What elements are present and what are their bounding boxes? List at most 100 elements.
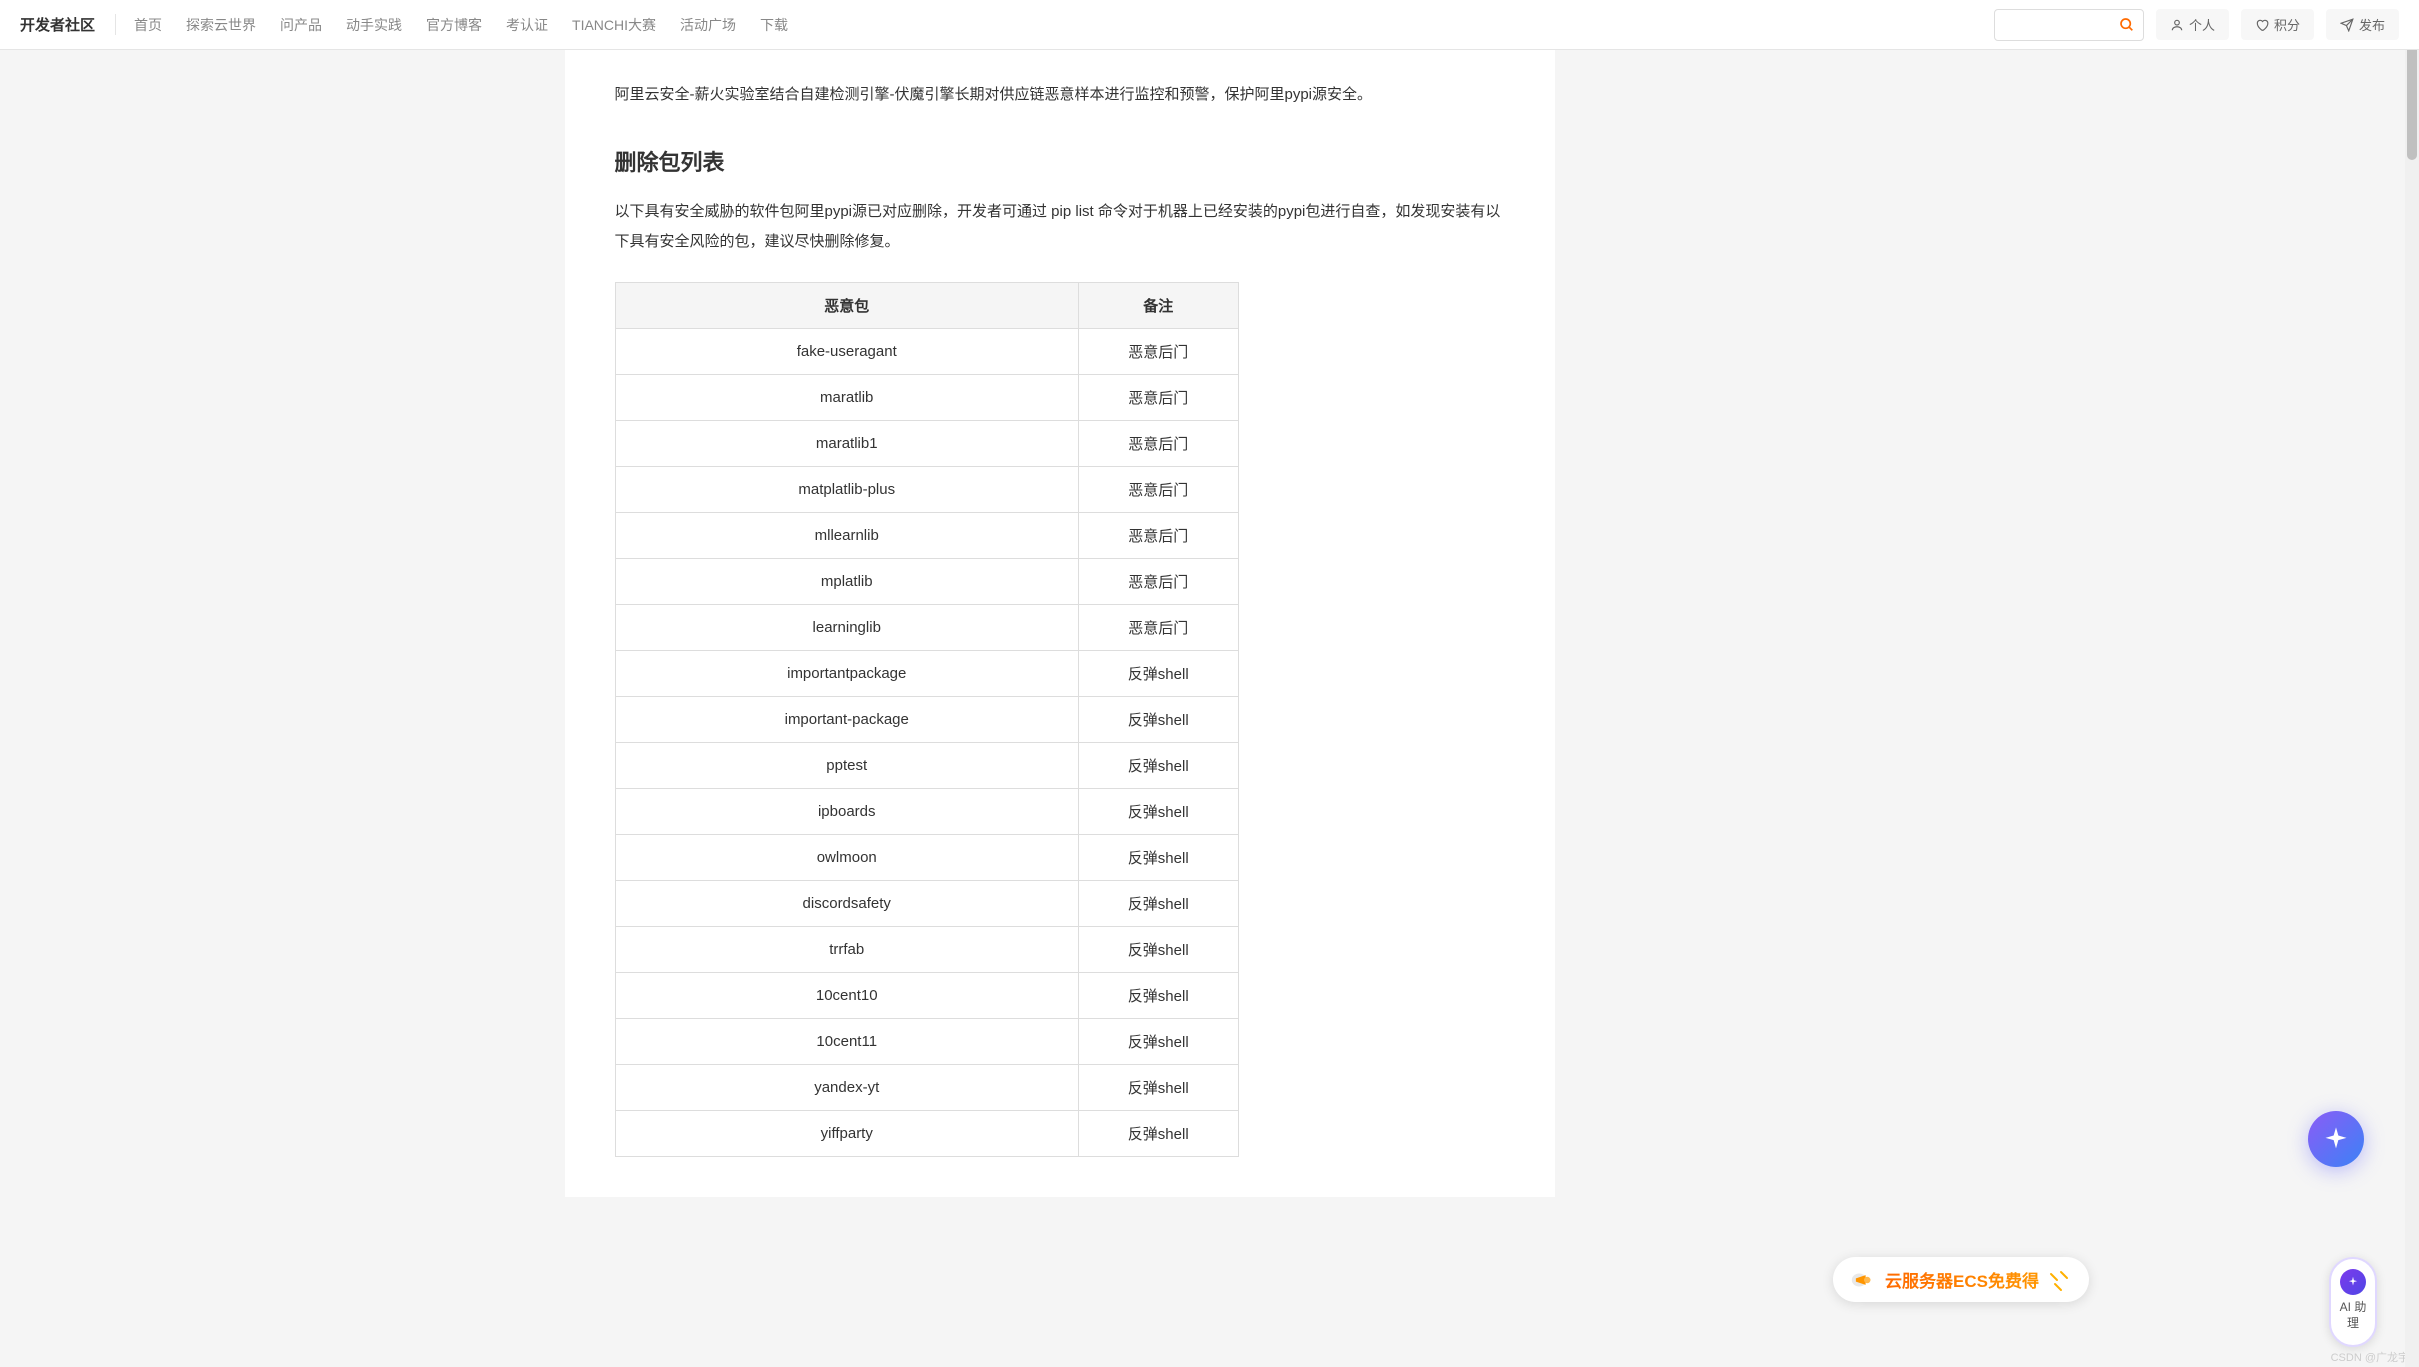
points-label: 积分 (2274, 15, 2300, 34)
cell-note: 反弹shell (1078, 697, 1238, 743)
article-content: 阿里云安全-薪火实验室结合自建检测引擎-伏魔引擎长期对供应链恶意样本进行监控和预… (565, 50, 1555, 1197)
scrollbar-track[interactable] (2405, 0, 2419, 1367)
cell-package: learninglib (615, 605, 1078, 651)
ai-assistant-button[interactable]: AI 助 理 (2329, 1257, 2377, 1347)
cell-note: 反弹shell (1078, 1065, 1238, 1111)
cell-package: trrfab (615, 927, 1078, 973)
sparkle-icon (2322, 1125, 2350, 1153)
watermark-text: CSDN @广龙宇 (2331, 1349, 2409, 1365)
cell-note: 恶意后门 (1078, 329, 1238, 375)
table-row: matplatlib-plus恶意后门 (615, 467, 1238, 513)
cell-package: matplatlib-plus (615, 467, 1078, 513)
table-row: maratlib恶意后门 (615, 375, 1238, 421)
cell-package: mplatlib (615, 559, 1078, 605)
table-row: importantpackage反弹shell (615, 651, 1238, 697)
nav-home[interactable]: 首页 (134, 15, 162, 35)
publish-button[interactable]: 发布 (2326, 9, 2399, 40)
cell-package: importantpackage (615, 651, 1078, 697)
th-note: 备注 (1078, 283, 1238, 329)
cell-note: 反弹shell (1078, 1019, 1238, 1065)
megaphone-icon (1851, 1270, 1877, 1290)
cell-package: yandex-yt (615, 1065, 1078, 1111)
nav-products[interactable]: 问产品 (280, 15, 322, 35)
cell-package: mllearnlib (615, 513, 1078, 559)
assistant-fab[interactable] (2308, 1111, 2364, 1167)
sparkle-icon (2047, 1268, 2071, 1292)
cell-note: 反弹shell (1078, 743, 1238, 789)
cell-package: fake-useragant (615, 329, 1078, 375)
points-button[interactable]: 积分 (2241, 9, 2314, 40)
table-row: important-package反弹shell (615, 697, 1238, 743)
table-row: maratlib1恶意后门 (615, 421, 1238, 467)
cell-package: yiffparty (615, 1111, 1078, 1157)
search-icon (2119, 17, 2135, 33)
cell-note: 恶意后门 (1078, 513, 1238, 559)
header-actions: 个人 积分 发布 (1994, 9, 2399, 41)
cell-note: 恶意后门 (1078, 421, 1238, 467)
ecs-promo-banner[interactable]: 云服务器ECS免费得 (1833, 1257, 2089, 1302)
table-row: 10cent11反弹shell (615, 1019, 1238, 1065)
package-table: 恶意包 备注 fake-useragant恶意后门maratlib恶意后门mar… (615, 282, 1239, 1157)
cell-note: 反弹shell (1078, 881, 1238, 927)
cell-package: 10cent10 (615, 973, 1078, 1019)
cell-note: 反弹shell (1078, 651, 1238, 697)
personal-button[interactable]: 个人 (2156, 9, 2229, 40)
heart-icon (2255, 18, 2269, 32)
table-row: discordsafety反弹shell (615, 881, 1238, 927)
cell-note: 反弹shell (1078, 789, 1238, 835)
send-icon (2340, 18, 2354, 32)
cell-note: 反弹shell (1078, 1111, 1238, 1157)
scrollbar-thumb[interactable] (2407, 40, 2417, 160)
table-row: pptest反弹shell (615, 743, 1238, 789)
cell-package: ipboards (615, 789, 1078, 835)
table-row: trrfab反弹shell (615, 927, 1238, 973)
user-icon (2170, 18, 2184, 32)
section-heading: 删除包列表 (615, 145, 1505, 177)
brand-logo[interactable]: 开发者社区 (20, 14, 116, 35)
table-row: learninglib恶意后门 (615, 605, 1238, 651)
publish-label: 发布 (2359, 15, 2385, 34)
nav-practice[interactable]: 动手实践 (346, 15, 402, 35)
table-row: ipboards反弹shell (615, 789, 1238, 835)
personal-label: 个人 (2189, 15, 2215, 34)
section-description: 以下具有安全威胁的软件包阿里pypi源已对应删除，开发者可通过 pip list… (615, 197, 1505, 257)
cell-note: 恶意后门 (1078, 467, 1238, 513)
cell-package: owlmoon (615, 835, 1078, 881)
cell-note: 反弹shell (1078, 973, 1238, 1019)
table-row: yiffparty反弹shell (615, 1111, 1238, 1157)
table-row: owlmoon反弹shell (615, 835, 1238, 881)
search-box (1994, 9, 2144, 41)
cell-package: 10cent11 (615, 1019, 1078, 1065)
table-row: fake-useragant恶意后门 (615, 329, 1238, 375)
cell-note: 恶意后门 (1078, 375, 1238, 421)
cell-package: maratlib1 (615, 421, 1078, 467)
table-row: mllearnlib恶意后门 (615, 513, 1238, 559)
table-row: mplatlib恶意后门 (615, 559, 1238, 605)
ai-badge-icon (2340, 1269, 2366, 1295)
nav-tianchi[interactable]: TIANCHI大赛 (572, 15, 656, 35)
nav-download[interactable]: 下载 (760, 15, 788, 35)
search-button[interactable] (2117, 15, 2137, 35)
top-header: 开发者社区 首页 探索云世界 问产品 动手实践 官方博客 考认证 TIANCHI… (0, 0, 2419, 50)
th-package: 恶意包 (615, 283, 1078, 329)
top-nav: 首页 探索云世界 问产品 动手实践 官方博客 考认证 TIANCHI大赛 活动广… (134, 15, 1994, 35)
cell-package: important-package (615, 697, 1078, 743)
cell-note: 恶意后门 (1078, 559, 1238, 605)
cell-note: 反弹shell (1078, 835, 1238, 881)
cell-package: discordsafety (615, 881, 1078, 927)
cell-note: 反弹shell (1078, 927, 1238, 973)
nav-explore[interactable]: 探索云世界 (186, 15, 256, 35)
table-header-row: 恶意包 备注 (615, 283, 1238, 329)
nav-events[interactable]: 活动广场 (680, 15, 736, 35)
page-wrapper: 阿里云安全-薪火实验室结合自建检测引擎-伏魔引擎长期对供应链恶意样本进行监控和预… (0, 50, 2419, 1237)
table-row: yandex-yt反弹shell (615, 1065, 1238, 1111)
cell-note: 恶意后门 (1078, 605, 1238, 651)
ecs-promo-text: 云服务器ECS免费得 (1885, 1267, 2039, 1292)
intro-paragraph: 阿里云安全-薪火实验室结合自建检测引擎-伏魔引擎长期对供应链恶意样本进行监控和预… (615, 80, 1505, 110)
cell-package: pptest (615, 743, 1078, 789)
cell-package: maratlib (615, 375, 1078, 421)
ai-assistant-label: AI 助 理 (2337, 1299, 2369, 1331)
nav-blog[interactable]: 官方博客 (426, 15, 482, 35)
nav-certification[interactable]: 考认证 (506, 15, 548, 35)
table-row: 10cent10反弹shell (615, 973, 1238, 1019)
